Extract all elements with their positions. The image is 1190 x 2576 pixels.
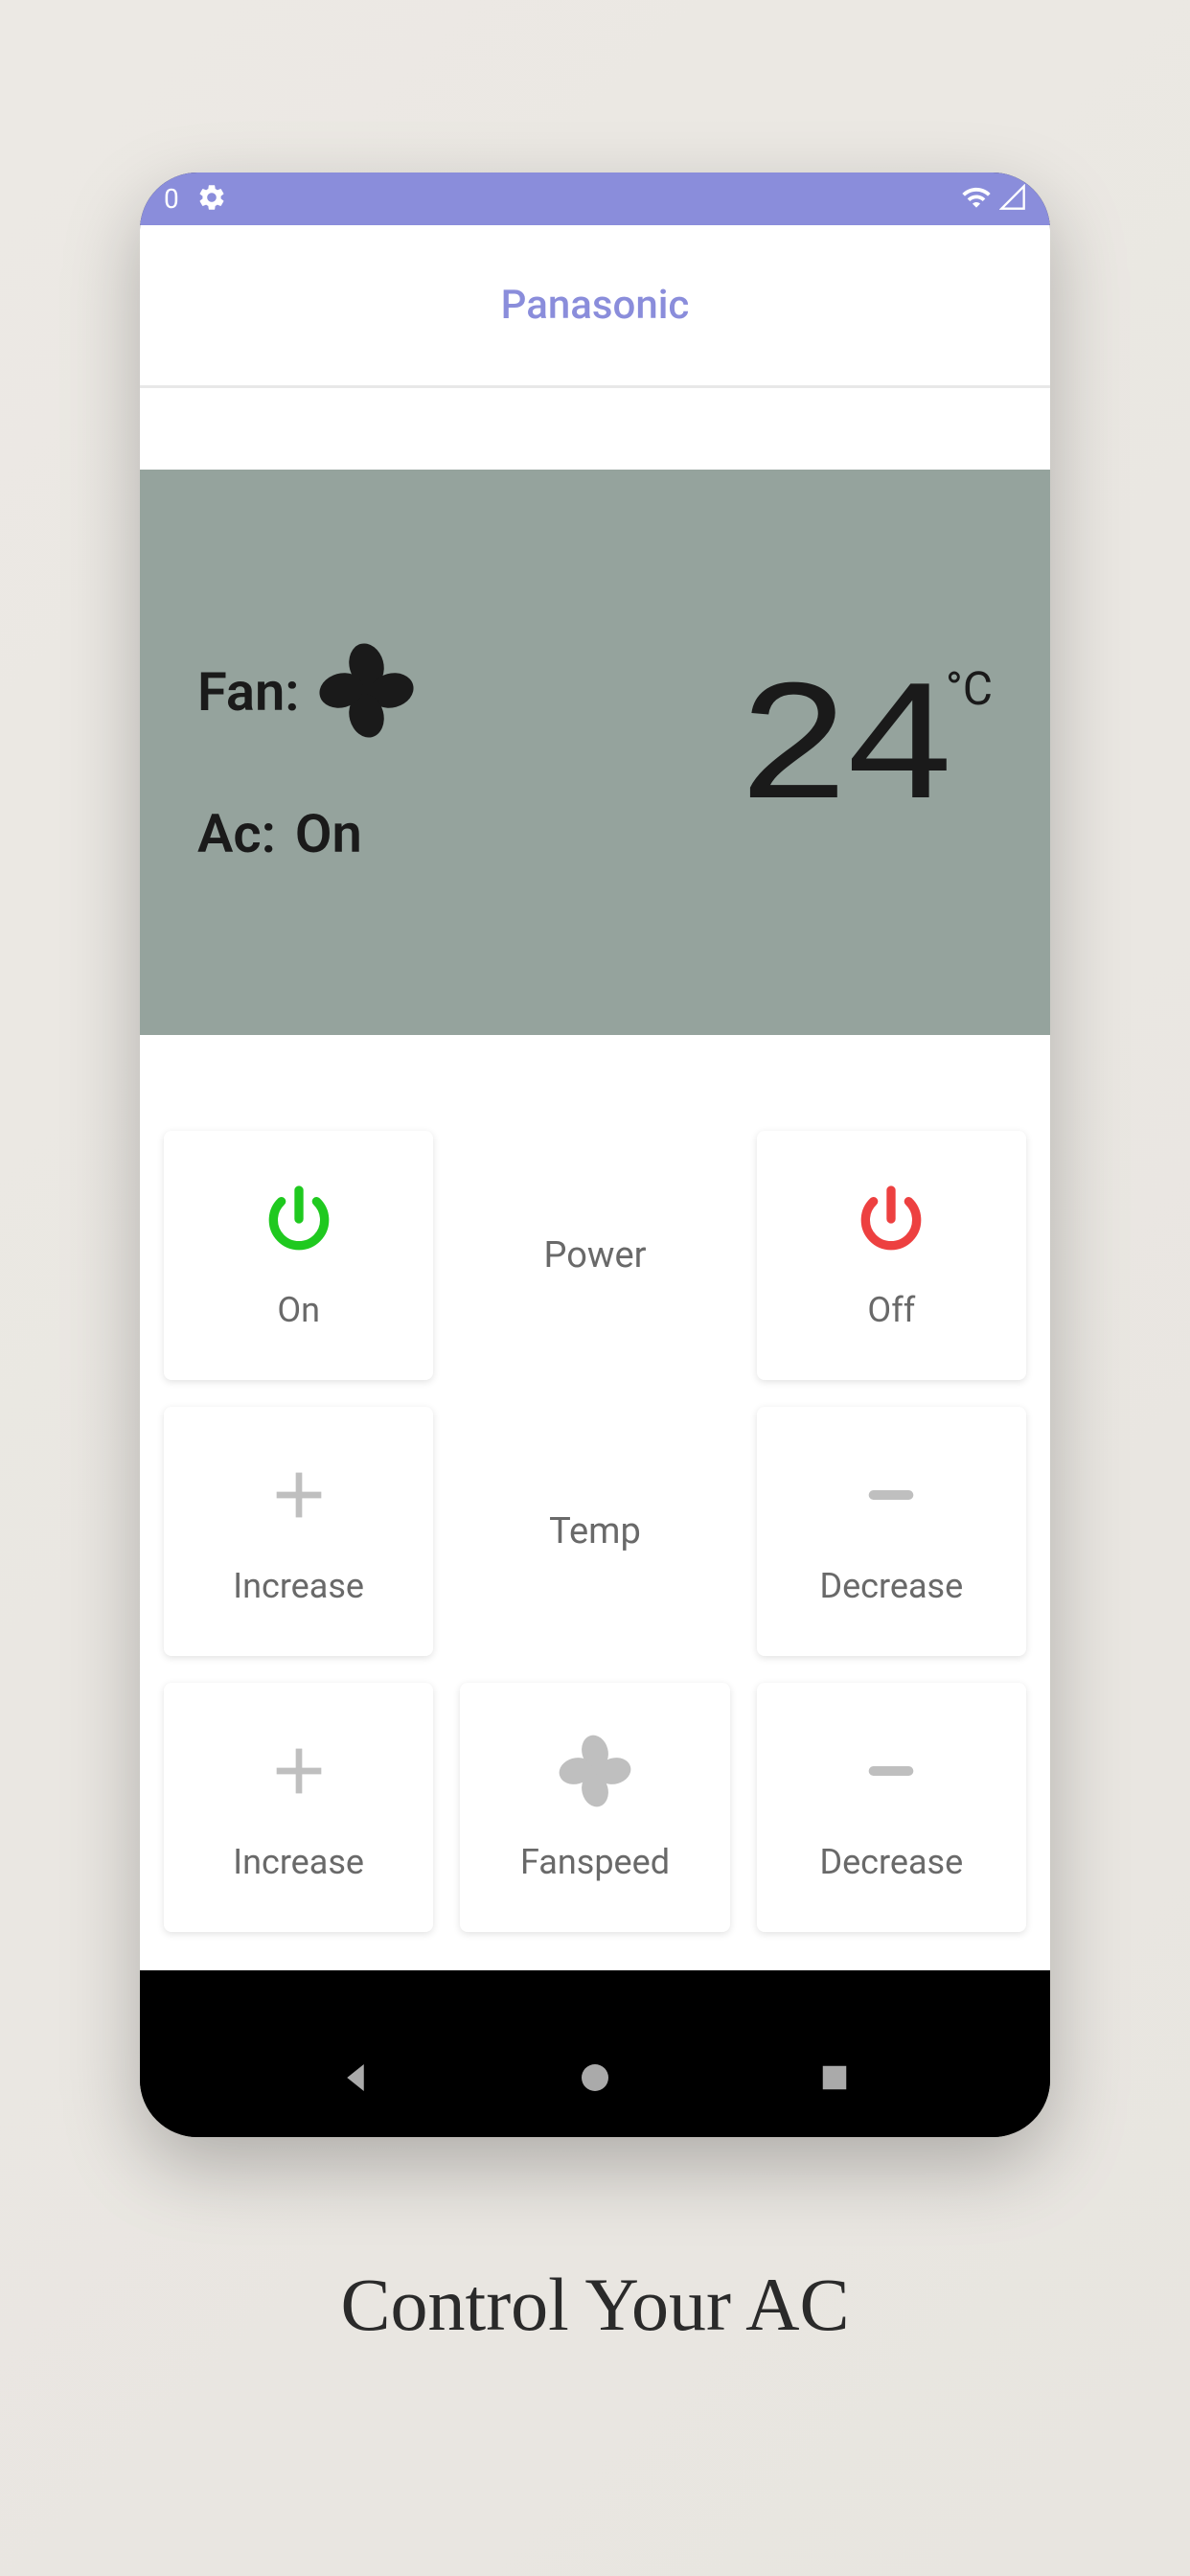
status-bar: 0 — [140, 172, 1050, 225]
power-off-label: Off — [867, 1290, 915, 1330]
fanspeed-increase-label: Increase — [233, 1842, 364, 1882]
page-caption: Control Your AC — [341, 2262, 850, 2348]
fan-icon — [557, 1733, 633, 1813]
controls-grid: On Power Off Increase Temp — [164, 1131, 1026, 1932]
controls-area: On Power Off Increase Temp — [140, 1035, 1050, 1970]
power-off-button[interactable]: Off — [757, 1131, 1026, 1380]
nav-home-icon[interactable] — [575, 2058, 615, 2102]
ac-label: Ac: — [197, 802, 276, 865]
fan-icon — [316, 640, 417, 745]
wifi-icon — [961, 182, 992, 217]
fan-status-row: Fan: — [197, 640, 417, 745]
fanspeed-increase-button[interactable]: Increase — [164, 1683, 433, 1932]
temp-center-label: Temp — [549, 1510, 641, 1552]
power-on-label: On — [277, 1290, 320, 1330]
nav-back-icon[interactable] — [335, 2058, 376, 2102]
display-panel: Fan: Ac: On 24 °C — [140, 470, 1050, 1035]
phone-frame: 0 Panasonic Fan: — [140, 172, 1050, 2137]
temp-decrease-label: Decrease — [819, 1566, 963, 1606]
app-title: Panasonic — [501, 282, 690, 329]
temp-label-card: Temp — [460, 1407, 729, 1656]
signal-icon — [999, 184, 1026, 215]
fanspeed-center-label: Fanspeed — [520, 1842, 670, 1882]
temperature-display: 24 °C — [746, 666, 993, 839]
fanspeed-label-card: Fanspeed — [460, 1683, 729, 1932]
app-header: Panasonic — [140, 225, 1050, 388]
plus-icon — [261, 1457, 337, 1537]
status-partial-text: 0 — [164, 183, 179, 215]
gear-icon — [196, 182, 227, 217]
power-center-label: Power — [543, 1234, 646, 1276]
power-on-icon — [261, 1181, 337, 1261]
minus-icon — [853, 1457, 929, 1537]
temp-increase-label: Increase — [233, 1566, 364, 1606]
minus-icon — [853, 1733, 929, 1813]
ac-status-row: Ac: On — [197, 802, 417, 865]
temp-increase-button[interactable]: Increase — [164, 1407, 433, 1656]
power-off-icon — [853, 1181, 929, 1261]
plus-icon — [261, 1733, 337, 1813]
nav-bar — [140, 2022, 1050, 2137]
status-right — [961, 182, 1026, 217]
fan-label: Fan: — [197, 660, 299, 724]
power-on-button[interactable]: On — [164, 1131, 433, 1380]
status-left: 0 — [164, 182, 227, 217]
temp-decrease-button[interactable]: Decrease — [757, 1407, 1026, 1656]
ac-status-value: On — [295, 802, 362, 865]
temperature-value: 24 — [737, 666, 948, 839]
fanspeed-decrease-label: Decrease — [819, 1842, 963, 1882]
temperature-unit: °C — [946, 661, 993, 716]
display-left: Fan: Ac: On — [197, 640, 417, 865]
nav-recent-icon[interactable] — [814, 2058, 855, 2102]
fanspeed-decrease-button[interactable]: Decrease — [757, 1683, 1026, 1932]
power-label-card: Power — [460, 1131, 729, 1380]
spacer — [140, 388, 1050, 470]
